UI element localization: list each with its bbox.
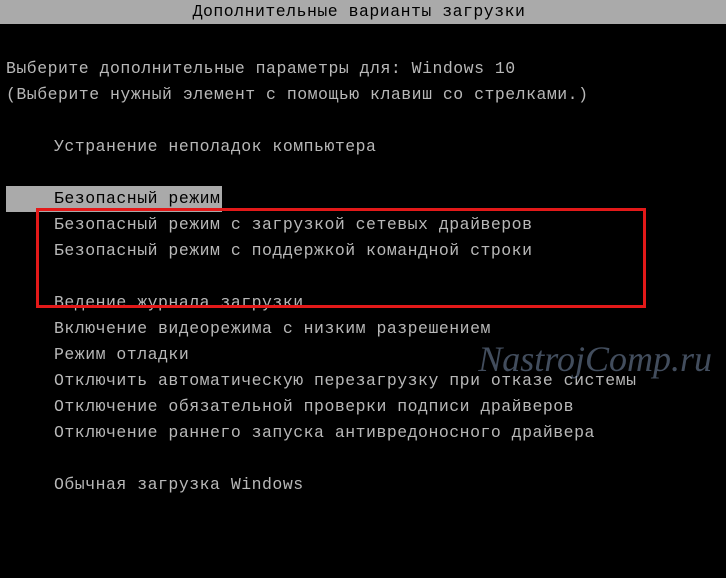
menu-item-no-elam[interactable]: Отключение раннего запуска антивредоносн… [6, 420, 720, 446]
prompt-line: Выберите дополнительные параметры для: W… [6, 56, 720, 82]
title-bar: Дополнительные варианты загрузки [0, 0, 726, 24]
menu-item-no-sig-enforce[interactable]: Отключение обязательной проверки подписи… [6, 394, 720, 420]
boot-menu-screen: Выберите дополнительные параметры для: W… [0, 24, 726, 498]
menu-item-debug[interactable]: Режим отладки [6, 342, 720, 368]
os-name: Windows 10 [412, 59, 516, 78]
page-title: Дополнительные варианты загрузки [193, 2, 526, 21]
selection-gutter [6, 186, 54, 212]
menu-item-no-auto-restart[interactable]: Отключить автоматическую перезагрузку пр… [6, 368, 720, 394]
prompt-prefix: Выберите дополнительные параметры для: [6, 59, 412, 78]
menu-item-boot-log[interactable]: Ведение журнала загрузки [6, 290, 720, 316]
menu-item-safe-mode-net[interactable]: Безопасный режим с загрузкой сетевых дра… [6, 212, 720, 238]
menu-item-safe-mode[interactable]: Безопасный режим [6, 186, 720, 212]
menu-item-normal[interactable]: Обычная загрузка Windows [6, 472, 720, 498]
hint-line: (Выберите нужный элемент с помощью клави… [6, 82, 720, 108]
menu-item-safe-mode-label: Безопасный режим [54, 186, 222, 212]
menu-item-safe-mode-cmd[interactable]: Безопасный режим с поддержкой командной … [6, 238, 720, 264]
menu-item-low-res[interactable]: Включение видеорежима с низким разрешени… [6, 316, 720, 342]
menu-item-repair[interactable]: Устранение неполадок компьютера [6, 134, 720, 160]
